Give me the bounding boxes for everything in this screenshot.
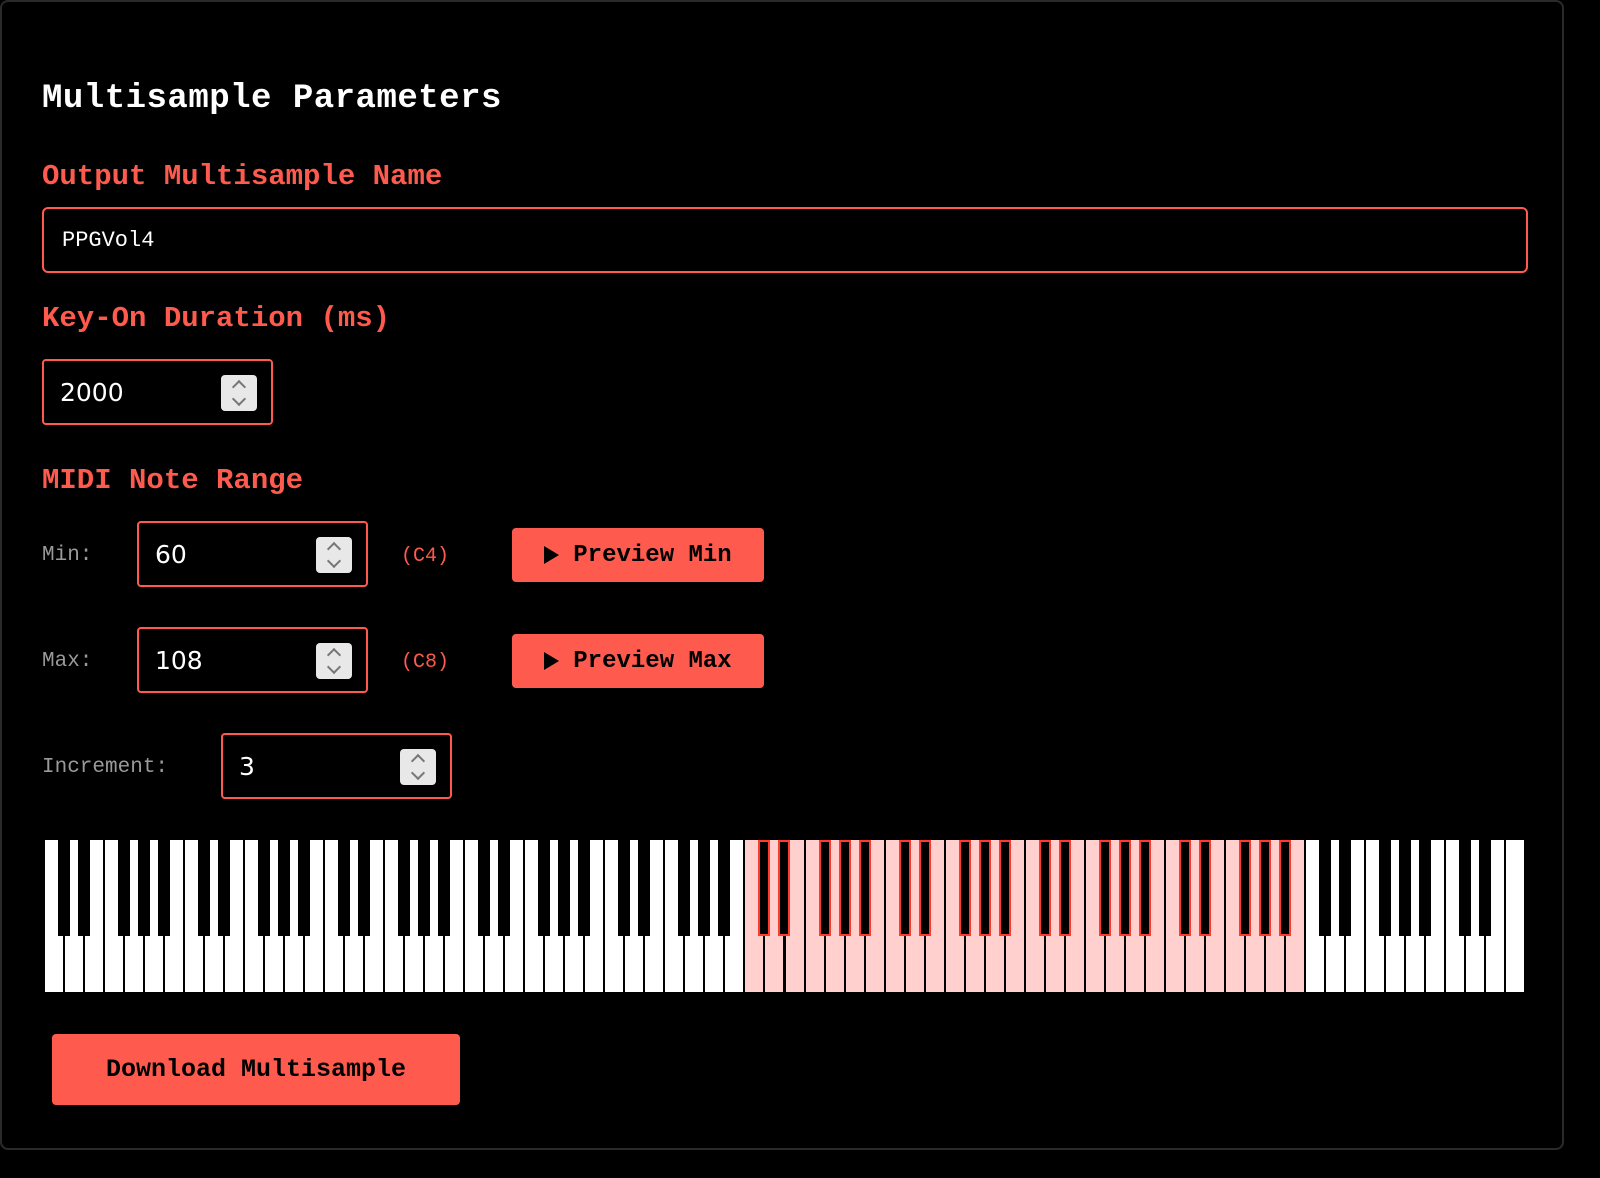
black-key[interactable] xyxy=(958,840,971,936)
black-key[interactable] xyxy=(998,840,1011,936)
min-note-value: 60 xyxy=(155,539,187,569)
preview-min-button[interactable]: Preview Min xyxy=(512,528,764,582)
black-key[interactable] xyxy=(438,840,451,936)
key-on-duration-spinner[interactable] xyxy=(221,375,257,411)
black-key[interactable] xyxy=(1238,840,1251,936)
black-key[interactable] xyxy=(858,840,871,936)
black-key[interactable] xyxy=(358,840,371,936)
black-key[interactable] xyxy=(1138,840,1151,936)
black-key[interactable] xyxy=(118,840,131,936)
black-key[interactable] xyxy=(578,840,591,936)
preview-min-label: Preview Min xyxy=(573,541,732,569)
black-key[interactable] xyxy=(1458,840,1471,936)
black-key[interactable] xyxy=(78,840,91,936)
increment-spinner[interactable] xyxy=(400,749,436,785)
preview-max-label: Preview Max xyxy=(573,647,732,675)
black-key[interactable] xyxy=(1178,840,1191,936)
black-key[interactable] xyxy=(778,840,791,936)
max-note-spinner[interactable] xyxy=(316,643,352,679)
black-key[interactable] xyxy=(398,840,411,936)
black-key[interactable] xyxy=(418,840,431,936)
black-key[interactable] xyxy=(698,840,711,936)
black-key[interactable] xyxy=(1318,840,1331,936)
black-key[interactable] xyxy=(1258,840,1271,936)
chevron-down-icon[interactable] xyxy=(326,659,342,675)
increment-label: Increment: xyxy=(42,756,169,779)
max-label: Max: xyxy=(42,650,93,673)
black-key[interactable] xyxy=(338,840,351,936)
key-on-duration-value: 2000 xyxy=(60,377,124,407)
black-key[interactable] xyxy=(718,840,731,936)
black-key[interactable] xyxy=(1198,840,1211,936)
key-on-duration-label: Key-On Duration (ms) xyxy=(42,302,391,335)
black-key[interactable] xyxy=(1058,840,1071,936)
chevron-down-icon[interactable] xyxy=(326,553,342,569)
parameters-panel: Multisample Parameters Output Multisampl… xyxy=(0,0,1564,1150)
black-key[interactable] xyxy=(678,840,691,936)
min-note-name: (C4) xyxy=(401,545,450,568)
chevron-down-icon[interactable] xyxy=(231,391,247,407)
black-key[interactable] xyxy=(1098,840,1111,936)
black-key[interactable] xyxy=(1038,840,1051,936)
play-icon xyxy=(544,652,560,670)
black-key[interactable] xyxy=(898,840,911,936)
black-key[interactable] xyxy=(278,840,291,936)
black-key[interactable] xyxy=(198,840,211,936)
black-key[interactable] xyxy=(818,840,831,936)
white-key[interactable] xyxy=(1505,840,1524,992)
black-key[interactable] xyxy=(218,840,231,936)
output-name-input[interactable]: PPGVol4 xyxy=(42,207,1528,273)
black-key[interactable] xyxy=(618,840,631,936)
black-key[interactable] xyxy=(1478,840,1491,936)
min-note-spinner[interactable] xyxy=(316,537,352,573)
black-key[interactable] xyxy=(538,840,551,936)
black-key[interactable] xyxy=(258,840,271,936)
page-title: Multisample Parameters xyxy=(42,80,502,118)
black-key[interactable] xyxy=(918,840,931,936)
black-key[interactable] xyxy=(978,840,991,936)
output-name-label: Output Multisample Name xyxy=(42,160,443,193)
min-note-input[interactable]: 60 xyxy=(137,521,368,587)
black-key[interactable] xyxy=(1118,840,1131,936)
black-key[interactable] xyxy=(58,840,70,936)
max-note-input[interactable]: 108 xyxy=(137,627,368,693)
midi-note-range-label: MIDI Note Range xyxy=(42,464,304,497)
black-key[interactable] xyxy=(558,840,571,936)
black-key[interactable] xyxy=(138,840,151,936)
black-key[interactable] xyxy=(1378,840,1391,936)
black-key[interactable] xyxy=(1398,840,1411,936)
chevron-down-icon[interactable] xyxy=(410,765,426,781)
piano-keyboard[interactable] xyxy=(44,840,1525,992)
black-key[interactable] xyxy=(638,840,651,936)
black-key[interactable] xyxy=(478,840,491,936)
preview-max-button[interactable]: Preview Max xyxy=(512,634,764,688)
black-key[interactable] xyxy=(1338,840,1351,936)
key-on-duration-input[interactable]: 2000 xyxy=(42,359,273,425)
black-key[interactable] xyxy=(158,840,171,936)
black-key[interactable] xyxy=(1418,840,1431,936)
increment-value: 3 xyxy=(239,751,255,781)
play-icon xyxy=(544,546,560,564)
black-key[interactable] xyxy=(298,840,311,936)
max-note-value: 108 xyxy=(155,645,203,675)
black-key[interactable] xyxy=(1278,840,1291,936)
black-key[interactable] xyxy=(758,840,771,936)
increment-input[interactable]: 3 xyxy=(221,733,452,799)
black-key[interactable] xyxy=(498,840,511,936)
max-note-name: (C8) xyxy=(401,651,450,674)
download-multisample-button[interactable]: Download Multisample xyxy=(52,1034,460,1105)
black-key[interactable] xyxy=(838,840,851,936)
min-label: Min: xyxy=(42,544,93,567)
